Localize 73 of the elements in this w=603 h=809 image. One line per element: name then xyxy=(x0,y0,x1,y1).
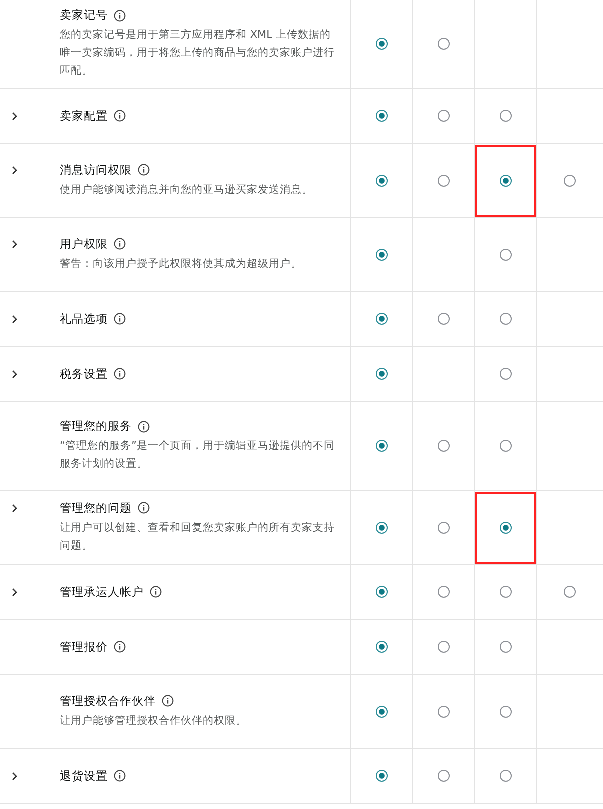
permission-title: 退货设置 xyxy=(60,768,108,784)
chevron-icon[interactable] xyxy=(12,112,18,120)
radio-button[interactable] xyxy=(376,586,388,598)
radio-button[interactable] xyxy=(438,110,450,122)
permission-title: 卖家记号 xyxy=(60,8,108,23)
info-icon[interactable] xyxy=(150,586,162,598)
radio-button[interactable] xyxy=(500,522,512,534)
chevron-icon[interactable] xyxy=(12,166,18,174)
radio-button[interactable] xyxy=(438,770,450,782)
permission-description: “管理您的服务”是一个页面，用于编辑亚马逊提供的不同服务计划的设置。 xyxy=(60,439,336,472)
permission-title: 卖家配置 xyxy=(60,108,108,124)
radio-button[interactable] xyxy=(376,313,388,325)
info-icon[interactable] xyxy=(162,695,174,707)
permission-description: 警告：向该用户授予此权限将使其成为超级用户。 xyxy=(60,256,303,272)
chevron-icon[interactable] xyxy=(12,314,18,324)
permission-description: 您的卖家记号是用于第三方应用程序和 XML 上传数据的唯一卖家编码，用于将您上传的商品与您的卖家账户进行匹配。 xyxy=(60,28,336,79)
radio-button[interactable] xyxy=(376,440,388,452)
radio-button[interactable] xyxy=(438,586,450,598)
radio-button[interactable] xyxy=(564,586,576,598)
radio-button[interactable] xyxy=(438,706,450,718)
info-icon[interactable] xyxy=(114,110,126,122)
permission-title: 管理授权合作伙伴 xyxy=(60,694,156,708)
radio-button[interactable] xyxy=(376,174,388,186)
info-icon[interactable] xyxy=(114,368,126,380)
permission-title: 管理承运人帐户 xyxy=(60,584,144,600)
permission-title: 用户权限 xyxy=(60,236,108,252)
permission-title: 消息访问权限 xyxy=(60,162,132,178)
radio-button[interactable] xyxy=(500,174,512,186)
radio-button[interactable] xyxy=(500,770,512,782)
radio-button[interactable] xyxy=(438,38,450,50)
radio-button[interactable] xyxy=(500,313,512,325)
info-icon[interactable] xyxy=(138,164,150,176)
radio-button[interactable] xyxy=(376,38,388,50)
info-icon[interactable] xyxy=(114,313,126,325)
radio-button[interactable] xyxy=(438,440,450,452)
radio-button[interactable] xyxy=(500,248,512,260)
chevron-icon[interactable] xyxy=(12,588,18,596)
chevron-icon[interactable] xyxy=(12,370,18,378)
radio-button[interactable] xyxy=(500,706,512,718)
radio-button[interactable] xyxy=(438,174,450,186)
radio-button[interactable] xyxy=(500,641,512,653)
radio-button[interactable] xyxy=(438,313,450,325)
info-icon[interactable] xyxy=(114,641,126,653)
permission-title: 管理您的服务 xyxy=(60,419,132,434)
info-icon[interactable] xyxy=(138,420,150,432)
radio-button[interactable] xyxy=(438,641,450,653)
radio-button[interactable] xyxy=(376,248,388,260)
info-icon[interactable] xyxy=(138,502,150,514)
radio-button[interactable] xyxy=(376,522,388,534)
radio-button[interactable] xyxy=(564,174,576,186)
permission-description: 让用户能够管理授权合作伙伴的权限。 xyxy=(60,714,248,728)
chevron-icon[interactable] xyxy=(12,504,18,512)
radio-button[interactable] xyxy=(376,368,388,380)
permission-title: 礼品选项 xyxy=(60,312,108,326)
chevron-icon[interactable] xyxy=(12,772,18,780)
radio-button[interactable] xyxy=(438,522,450,534)
permission-description: 使用户能够阅读消息并向您的亚马逊买家发送消息。 xyxy=(60,182,314,198)
permission-description: 让用户可以创建、查看和回复您卖家账户的所有卖家支持问题。 xyxy=(60,520,336,554)
permission-title: 税务设置 xyxy=(60,366,108,382)
info-icon[interactable] xyxy=(114,770,126,782)
radio-button[interactable] xyxy=(500,440,512,452)
radio-button[interactable] xyxy=(500,368,512,380)
info-icon[interactable] xyxy=(114,238,126,250)
radio-button[interactable] xyxy=(500,586,512,598)
radio-button[interactable] xyxy=(376,706,388,718)
permission-title: 管理报价 xyxy=(60,640,108,654)
radio-button[interactable] xyxy=(376,770,388,782)
radio-button[interactable] xyxy=(500,110,512,122)
radio-button[interactable] xyxy=(376,641,388,653)
permission-title: 管理您的问题 xyxy=(60,500,132,516)
info-icon[interactable] xyxy=(114,10,126,22)
radio-button[interactable] xyxy=(376,110,388,122)
chevron-icon[interactable] xyxy=(12,240,18,248)
